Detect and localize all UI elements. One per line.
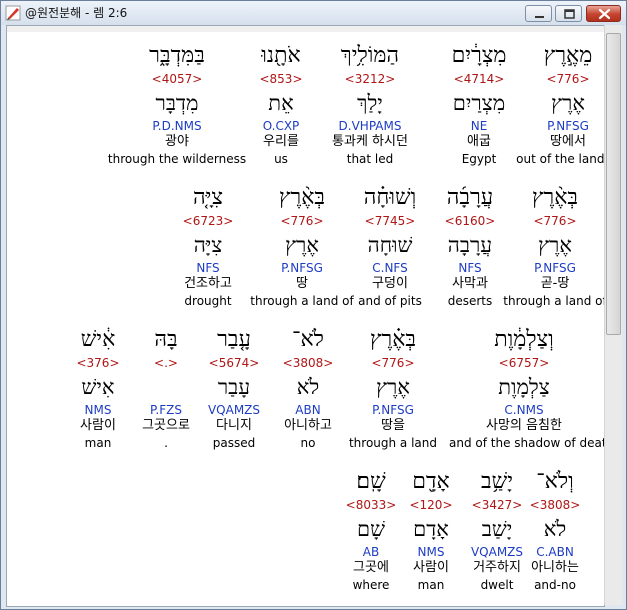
close-icon [598,8,611,20]
word-column[interactable]: בַּמִּדְבָּ֑ר <4057> מִדְבָּר P.D.NMS 광야 thro… [102,42,252,168]
morphology-code: C.NMS [504,403,544,417]
word-column[interactable]: צִיָּ֤ה <6723> צִיָּה NFS 건조하고 drought [133,184,283,310]
english-gloss: man [84,436,112,450]
korean-gloss: 건조하고 [184,276,232,291]
scrollbar-thumb[interactable] [606,33,621,335]
hebrew-word: שָֽׁם׃ [356,469,386,494]
maximize-button[interactable] [555,5,582,22]
morphology-code: NMS [84,403,112,417]
lemma-word: מִדְבָּר [155,91,199,115]
english-gloss: where [352,578,390,592]
strong-number: <4057> [151,72,203,86]
morphology-code: P.D.NMS [152,119,202,133]
english-gloss: drought [184,294,232,308]
hebrew-word: צִיָּ֤ה [193,185,223,210]
window-title: @원전분해 - 렘 2:6 [25,6,128,20]
strong-number: <6757> [498,356,550,370]
strong-number: <8033> [345,498,397,512]
title-bar[interactable]: @원전분해 - 렘 2:6 [1,1,626,25]
minimize-icon [535,16,544,18]
clipped-previous-row [7,26,604,32]
morphology-code: NFS [196,261,220,275]
lemma-word: אִישׁ [81,375,115,399]
app-icon [5,5,21,21]
english-gloss: through the wilderness [107,152,247,166]
word-column[interactable]: וְצַלְמָ֔וֶת <6757> צַלְמָוֶת C.NMS 사망의 음침한 a… [449,326,605,452]
lemma-word: צִיָּה [193,233,223,257]
strong-number: <6723> [182,214,234,228]
morphology-code: AB [362,545,380,559]
english-gloss: and of the shadow of death [449,436,605,450]
app-window: @원전분해 - 렘 2:6 מֵאֶ֣רֶץ <776> אֶרֶץ P.NFSG 땅에… [0,0,627,610]
lemma-word: שָׁם [357,517,385,541]
hebrew-word: אִ֔ישׁ [80,327,116,352]
lemma-word: צַלְמָוֶת [498,375,550,399]
korean-gloss: 광야 [165,134,189,149]
minimize-button[interactable] [525,5,552,22]
word-column[interactable]: שָֽׁם׃ <8033> שָׁם AB 그곳에 where [296,468,446,594]
korean-gloss: 그곳에 [353,560,389,575]
strong-number: <376> [76,356,120,370]
korean-gloss: 사람이 [80,418,116,433]
hebrew-word: בַּמִּדְבָּ֑ר [149,43,205,68]
interlinear-panel: מֵאֶ֣רֶץ <776> אֶרֶץ P.NFSG 땅에서 out of the la… [6,25,605,607]
vertical-scrollbar[interactable] [604,25,622,605]
hebrew-word: וְצַלְמָ֔וֶת [494,327,554,352]
korean-gloss: 사망의 음침한 [486,418,562,433]
close-button[interactable] [586,5,621,22]
word-column[interactable]: אִ֔ישׁ <376> אִישׁ NMS 사람이 man [23,326,173,452]
